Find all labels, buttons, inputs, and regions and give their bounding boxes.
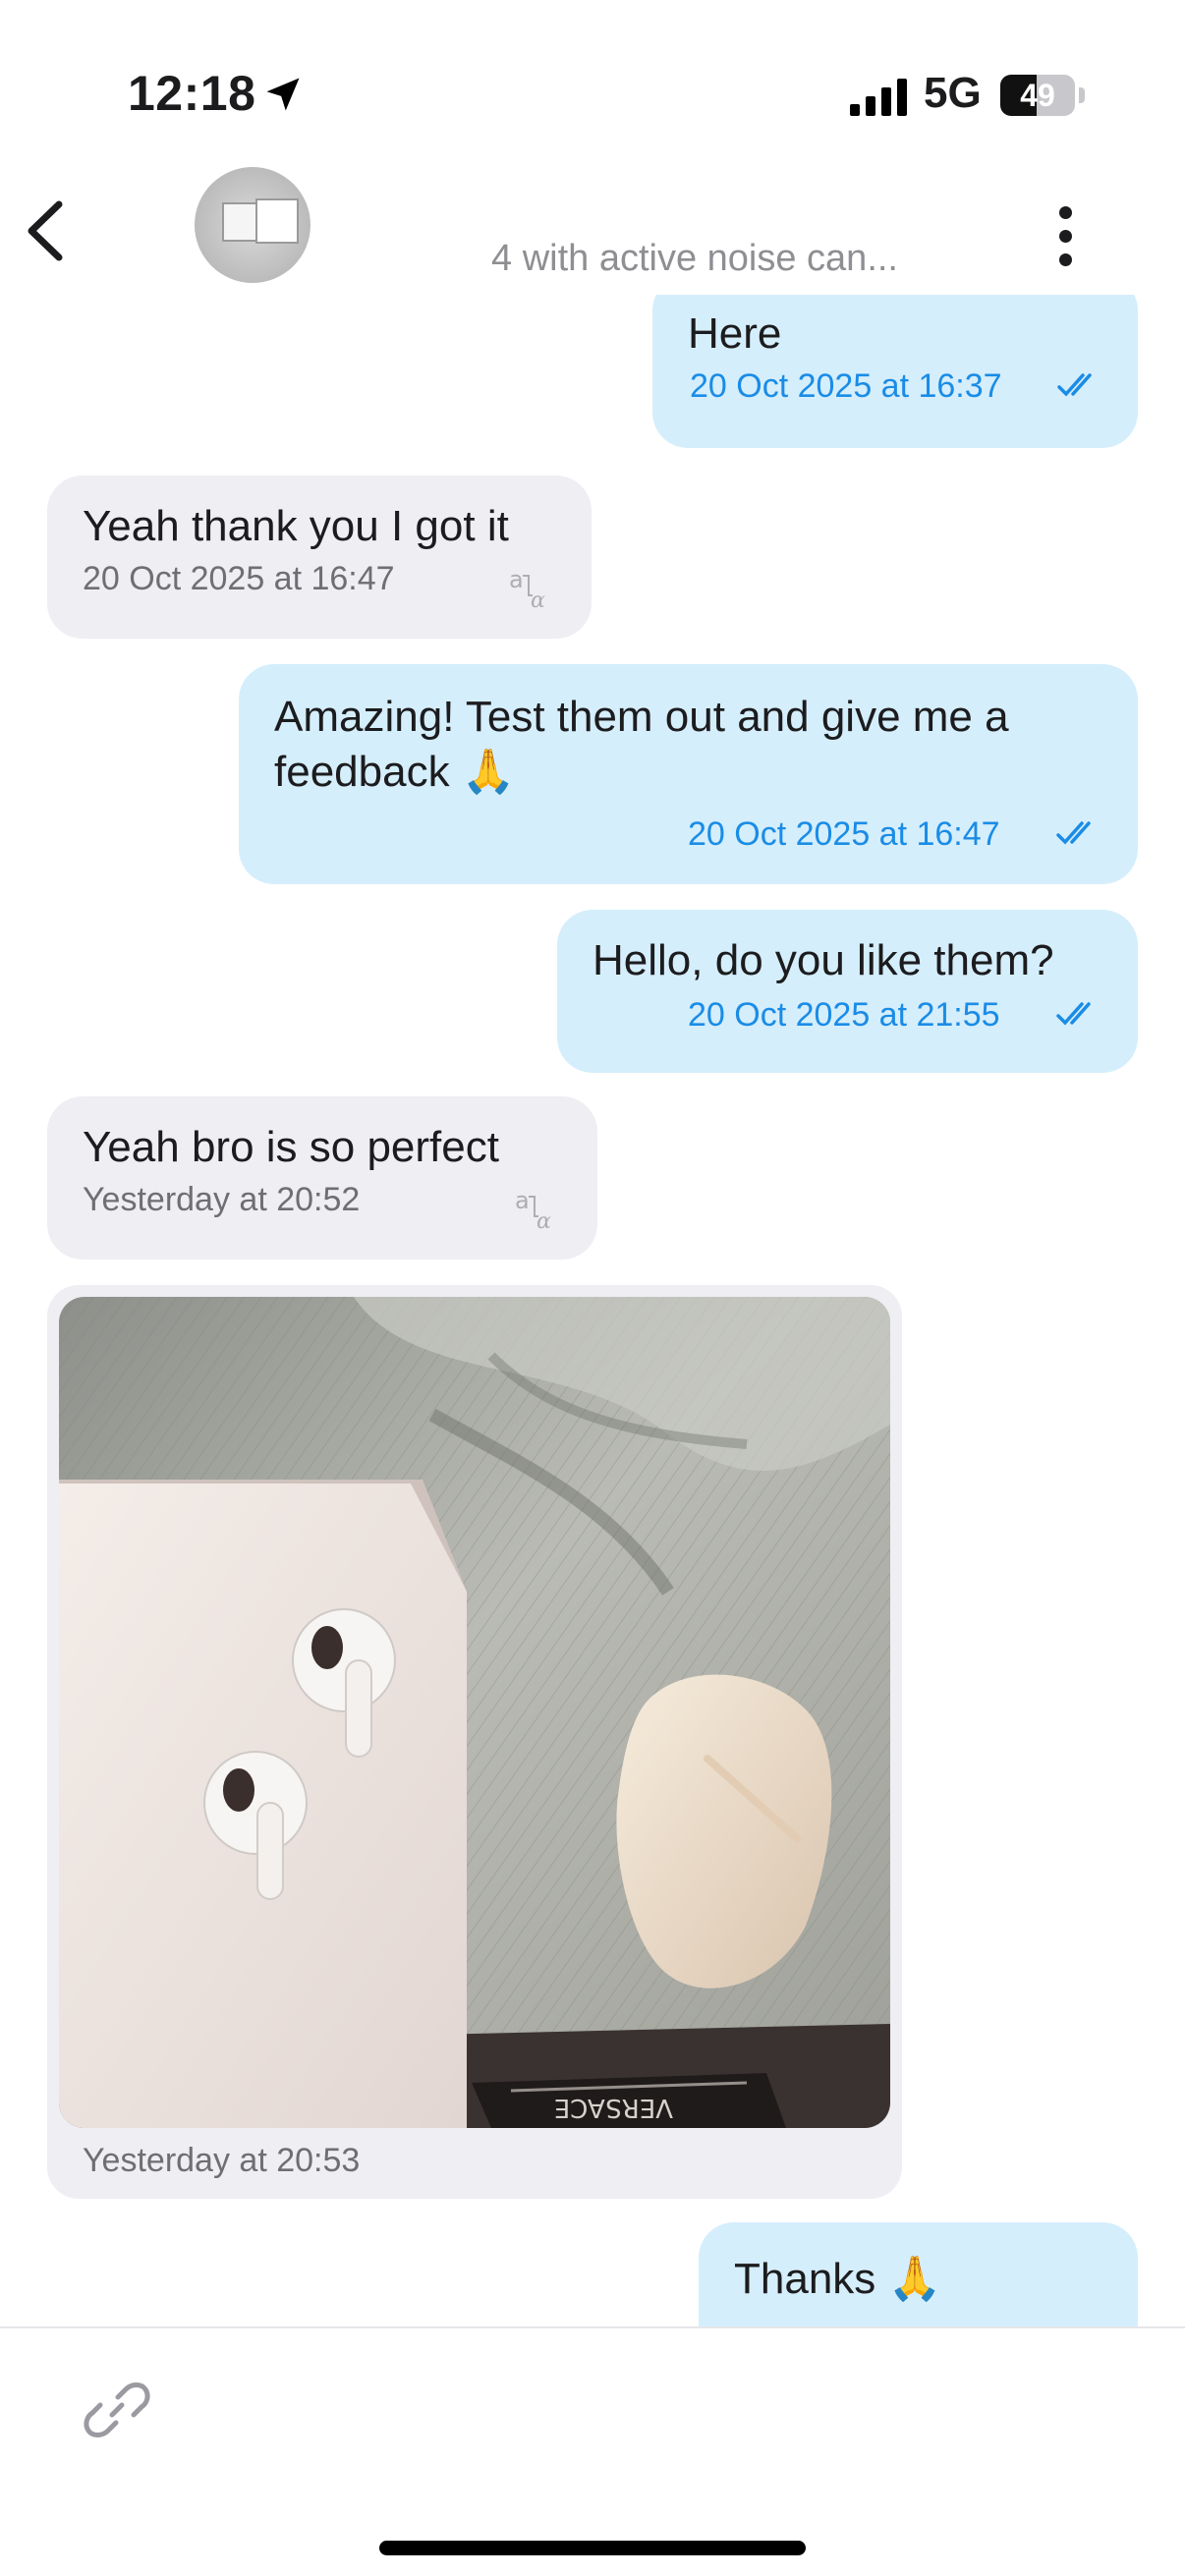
message-timestamp: Yesterday at 20:53 xyxy=(83,2142,361,2179)
cellular-signal-icon xyxy=(850,79,907,116)
location-arrow-icon xyxy=(266,78,300,111)
chevron-left-icon[interactable] xyxy=(18,196,77,265)
message-text: Yeah thank you I got it xyxy=(83,502,509,550)
svg-text:a: a xyxy=(509,566,524,593)
message-photo[interactable]: VERSACE xyxy=(59,1297,890,2128)
message-text: Yeah bro is so perfect xyxy=(83,1123,499,1171)
message-timestamp: 20 Oct 2025 at 16:37 xyxy=(690,367,1002,405)
more-vertical-icon[interactable] xyxy=(1051,202,1081,271)
avatar-product-shape xyxy=(222,202,257,242)
message-outgoing[interactable]: Here 20 Oct 2025 at 16:37 xyxy=(652,295,1138,448)
avatar-product-shape xyxy=(255,198,299,244)
message-text: Thanks 🙏 xyxy=(734,2255,942,2303)
translate-icon[interactable]: a α xyxy=(509,566,554,611)
read-checkmarks-icon xyxy=(1056,821,1091,845)
message-timestamp: 20 Oct 2025 at 21:55 xyxy=(688,996,1000,1034)
link-icon[interactable] xyxy=(83,2376,151,2444)
composer-bar xyxy=(0,2326,1185,2576)
svg-text:α: α xyxy=(531,588,545,611)
status-time: 12:18 xyxy=(128,66,256,121)
read-checkmarks-icon xyxy=(1056,1002,1091,1026)
message-text-line: feedback 🙏 xyxy=(274,748,516,796)
photo-brand-label: VERSACE xyxy=(554,2093,673,2122)
battery-percent: 49 xyxy=(1020,78,1055,113)
message-outgoing[interactable]: Amazing! Test them out and give me a fee… xyxy=(239,664,1138,884)
message-text-line: Amazing! Test them out and give me a xyxy=(274,693,1009,741)
message-text: Here xyxy=(688,309,782,358)
network-type: 5G xyxy=(924,69,982,117)
read-checkmarks-icon xyxy=(1057,373,1092,397)
status-bar: 12:18 5G 49 xyxy=(0,0,1185,167)
chat-header: 4 with active noise can... xyxy=(0,167,1185,295)
svg-text:a: a xyxy=(515,1187,530,1214)
message-incoming[interactable]: Yeah thank you I got it 20 Oct 2025 at 1… xyxy=(47,476,592,639)
message-timestamp: 20 Oct 2025 at 16:47 xyxy=(83,560,395,597)
svg-text:α: α xyxy=(536,1209,551,1232)
message-text: Hello, do you like them? xyxy=(592,936,1054,984)
translate-icon[interactable]: a α xyxy=(515,1187,560,1232)
avatar[interactable] xyxy=(195,167,310,283)
message-timestamp: Yesterday at 20:52 xyxy=(83,1181,361,1218)
message-outgoing[interactable]: Thanks 🙏 xyxy=(699,2222,1138,2326)
message-outgoing[interactable]: Hello, do you like them? 20 Oct 2025 at … xyxy=(557,910,1138,1073)
battery-tip xyxy=(1079,87,1085,103)
chat-subtitle[interactable]: 4 with active noise can... xyxy=(491,238,898,280)
message-incoming-image[interactable]: VERSACE Yesterday at 20:53 xyxy=(47,1285,902,2199)
home-indicator[interactable] xyxy=(379,2541,806,2555)
message-timestamp: 20 Oct 2025 at 16:47 xyxy=(688,815,1000,853)
battery-icon: 49 xyxy=(1000,75,1075,116)
message-list[interactable]: Here 20 Oct 2025 at 16:37 Yeah thank you… xyxy=(0,295,1185,2326)
message-incoming[interactable]: Yeah bro is so perfect Yesterday at 20:5… xyxy=(47,1096,597,1260)
